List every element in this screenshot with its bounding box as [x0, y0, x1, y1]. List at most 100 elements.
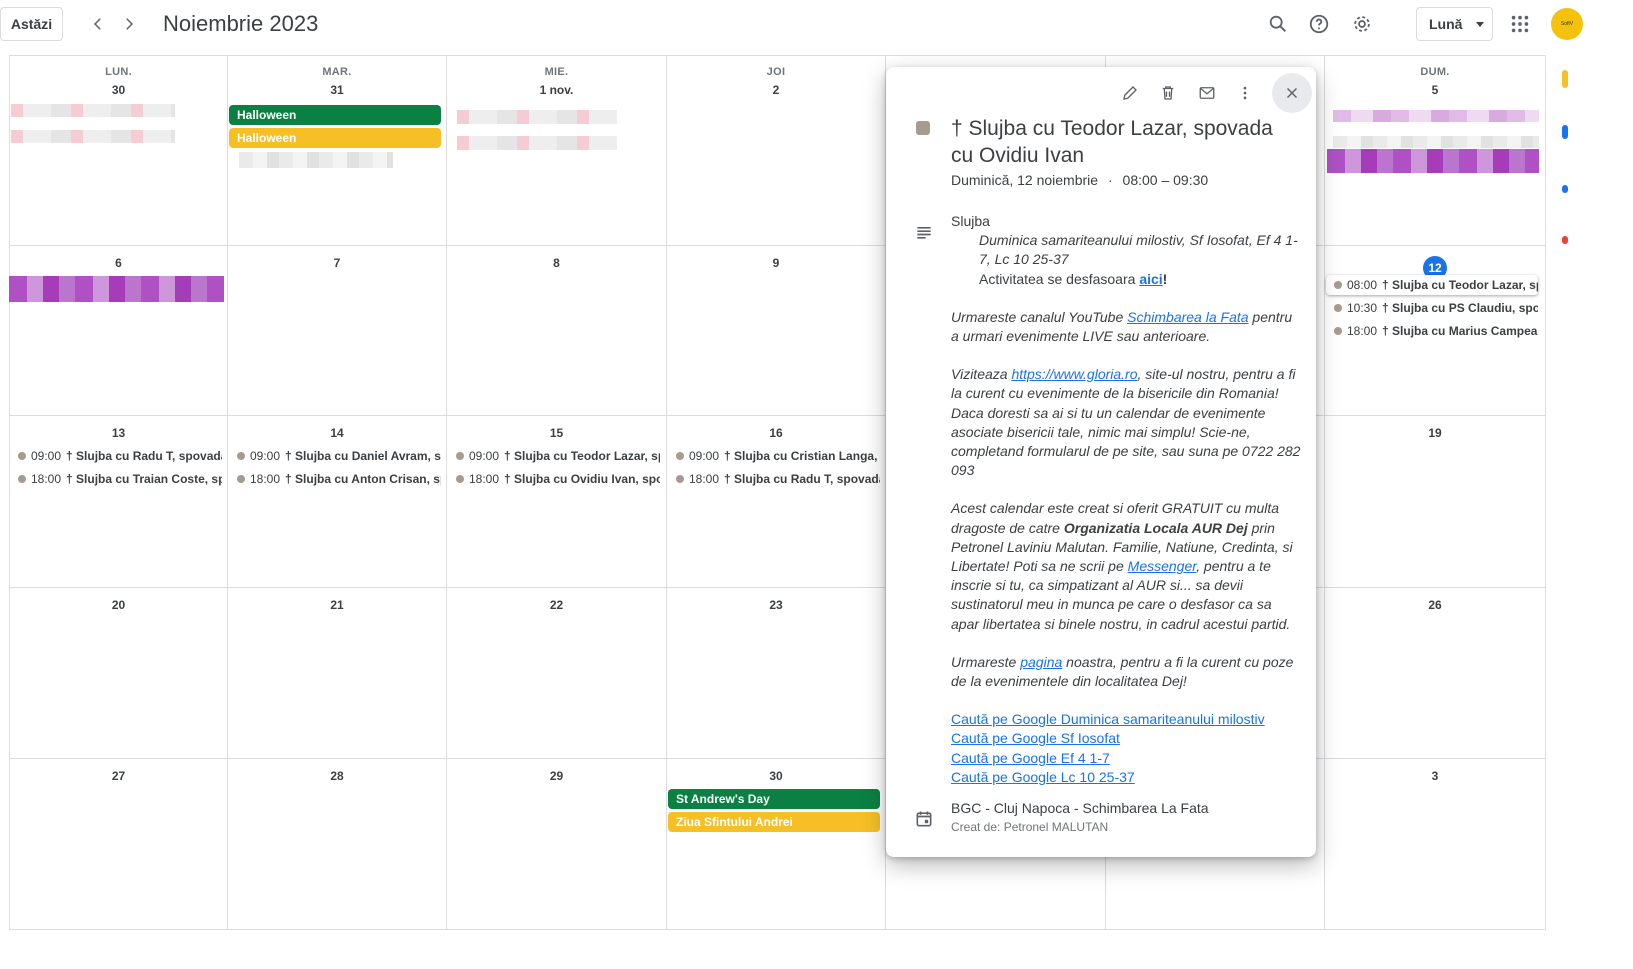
timed-event[interactable]: 09:00 † Slujba cu Daniel Avram, spov — [229, 446, 441, 466]
timed-event[interactable]: 09:00 † Slujba cu Cristian Langa, spo — [668, 446, 880, 466]
event-dot-icon — [1334, 304, 1342, 312]
redacted-event — [11, 130, 175, 143]
day-cell[interactable]: JOI 2 — [667, 56, 886, 246]
day-number[interactable]: 3 — [1325, 769, 1545, 783]
search-google-link[interactable]: Caută pe Google Lc 10 25-37 — [951, 769, 1135, 785]
more-options-button[interactable] — [1231, 79, 1259, 107]
day-number-text: 6 — [115, 256, 122, 270]
top-bar: Astăzi Noiembrie 2023 Lună SoftV — [0, 0, 1633, 54]
day-number[interactable]: 15 — [447, 426, 666, 440]
day-number[interactable]: 29 — [447, 769, 666, 783]
day-cell[interactable]: 9 — [667, 246, 886, 416]
day-cell[interactable]: 8 — [447, 246, 667, 416]
day-number[interactable]: 30 — [667, 769, 885, 783]
prev-month-button[interactable] — [86, 12, 110, 36]
search-google-link[interactable]: Caută pe Google Sf Iosofat — [951, 730, 1120, 746]
today-button[interactable]: Astăzi — [0, 7, 63, 41]
allday-event[interactable]: Halloween — [229, 128, 441, 148]
day-number[interactable]: 16 — [667, 426, 885, 440]
day-cell[interactable]: 30 — [667, 759, 886, 930]
day-number[interactable]: 21 — [228, 598, 446, 612]
day-cell[interactable]: 13 — [9, 416, 228, 588]
day-number[interactable]: 28 — [228, 769, 446, 783]
side-panel-keep-icon[interactable] — [1562, 70, 1568, 88]
day-cell[interactable]: 22 — [447, 588, 667, 759]
day-number-text: 5 — [1431, 83, 1439, 97]
day-cell[interactable]: 20 — [9, 588, 228, 759]
day-number[interactable]: 19 — [1325, 426, 1545, 440]
day-number[interactable]: 26 — [1325, 598, 1545, 612]
search-google-link[interactable]: Caută pe Google Duminica samariteanului … — [951, 711, 1265, 727]
page-link[interactable]: pagina — [1020, 654, 1062, 670]
side-panel-tasks-icon[interactable] — [1562, 125, 1568, 139]
messenger-link[interactable]: Messenger — [1128, 558, 1196, 574]
day-cell[interactable]: 14 — [228, 416, 447, 588]
help-button[interactable] — [1307, 12, 1331, 36]
website-link[interactable]: https://www.gloria.ro — [1011, 366, 1137, 382]
day-cell[interactable]: 6 — [9, 246, 228, 416]
settings-button[interactable] — [1350, 12, 1374, 36]
day-cell[interactable]: 7 — [228, 246, 447, 416]
timed-event[interactable]: 09:00 † Slujba cu Radu T, spovada cu — [10, 446, 222, 466]
day-cell[interactable]: MAR. 31 — [228, 56, 447, 246]
day-cell[interactable]: MIE. 1 nov. — [447, 56, 667, 246]
timed-event[interactable]: 18:00 † Slujba cu Ovidiu Ivan, spovad — [448, 469, 660, 489]
day-cell[interactable]: 21 — [228, 588, 447, 759]
search-google-link[interactable]: Caută pe Google Ef 4 1-7 — [951, 750, 1110, 766]
day-cell[interactable]: 29 — [447, 759, 667, 930]
timed-event[interactable]: 18:00 † Slujba cu Marius Campean, s — [1326, 321, 1538, 341]
day-number[interactable]: 8 — [447, 256, 666, 270]
allday-event[interactable]: St Andrew's Day — [668, 789, 880, 809]
day-cell[interactable]: 19 — [1325, 416, 1546, 588]
search-button[interactable] — [1266, 12, 1290, 36]
timed-event[interactable]: 10:30 † Slujba cu PS Claudiu, spovad — [1326, 298, 1538, 318]
month-title: Noiembrie 2023 — [163, 11, 319, 36]
event-dot-icon — [676, 475, 684, 483]
email-guests-button[interactable] — [1193, 79, 1221, 107]
day-number[interactable]: 7 — [228, 256, 446, 270]
day-number[interactable]: 31 — [228, 83, 446, 97]
timed-event[interactable]: 18:00 † Slujba cu Traian Coste, spov — [10, 469, 222, 489]
day-number[interactable]: 30 — [10, 83, 227, 97]
timed-event[interactable]: 18:00 † Slujba cu Anton Crisan, spov — [229, 469, 441, 489]
day-number[interactable]: 22 — [447, 598, 666, 612]
day-cell[interactable]: 3 — [1325, 759, 1546, 930]
day-number[interactable]: 1 nov. — [447, 83, 666, 97]
day-number[interactable]: 9 — [667, 256, 885, 270]
redacted-event — [1327, 149, 1539, 173]
day-number[interactable]: 5 — [1325, 83, 1545, 97]
view-selector[interactable]: Lună — [1416, 7, 1493, 41]
timed-event[interactable]: 18:00 † Slujba cu Radu T, spovada cu — [668, 469, 880, 489]
aici-link[interactable]: aici — [1139, 271, 1162, 287]
close-popup-button[interactable] — [1272, 73, 1312, 113]
account-avatar[interactable]: SoftV — [1551, 8, 1583, 40]
day-cell[interactable]: 26 — [1325, 588, 1546, 759]
day-cell[interactable]: LUN. 30 — [9, 56, 228, 246]
day-number[interactable]: 2 — [667, 83, 885, 97]
timed-event[interactable]: 09:00 † Slujba cu Teodor Lazar, spov — [448, 446, 660, 466]
day-number[interactable]: 20 — [10, 598, 227, 612]
event-time: 18:00 — [689, 472, 720, 486]
apps-button[interactable] — [1508, 12, 1532, 36]
day-number[interactable]: 6 — [10, 256, 227, 270]
next-month-button[interactable] — [117, 12, 141, 36]
day-cell[interactable]: 27 — [9, 759, 228, 930]
day-cell[interactable]: 28 — [228, 759, 447, 930]
day-number[interactable]: 27 — [10, 769, 227, 783]
day-cell[interactable]: 23 — [667, 588, 886, 759]
day-number[interactable]: 23 — [667, 598, 885, 612]
day-number[interactable]: 14 — [228, 426, 446, 440]
day-cell[interactable]: 15 — [447, 416, 667, 588]
edit-event-button[interactable] — [1116, 79, 1144, 107]
youtube-channel-link[interactable]: Schimbarea la Fata — [1127, 309, 1248, 325]
redacted-event — [1333, 110, 1539, 122]
delete-event-button[interactable] — [1154, 79, 1182, 107]
side-panel-contacts-icon[interactable] — [1562, 185, 1568, 193]
day-cell[interactable]: 16 — [667, 416, 886, 588]
allday-event[interactable]: Ziua Sfintului Andrei — [668, 812, 880, 832]
event-time: 18:00 — [250, 472, 281, 486]
side-panel-maps-icon[interactable] — [1562, 236, 1568, 244]
day-number[interactable]: 13 — [10, 426, 227, 440]
allday-event[interactable]: Halloween — [229, 105, 441, 125]
timed-event[interactable]: 08:00 † Slujba cu Teodor Lazar, spov — [1326, 275, 1538, 295]
